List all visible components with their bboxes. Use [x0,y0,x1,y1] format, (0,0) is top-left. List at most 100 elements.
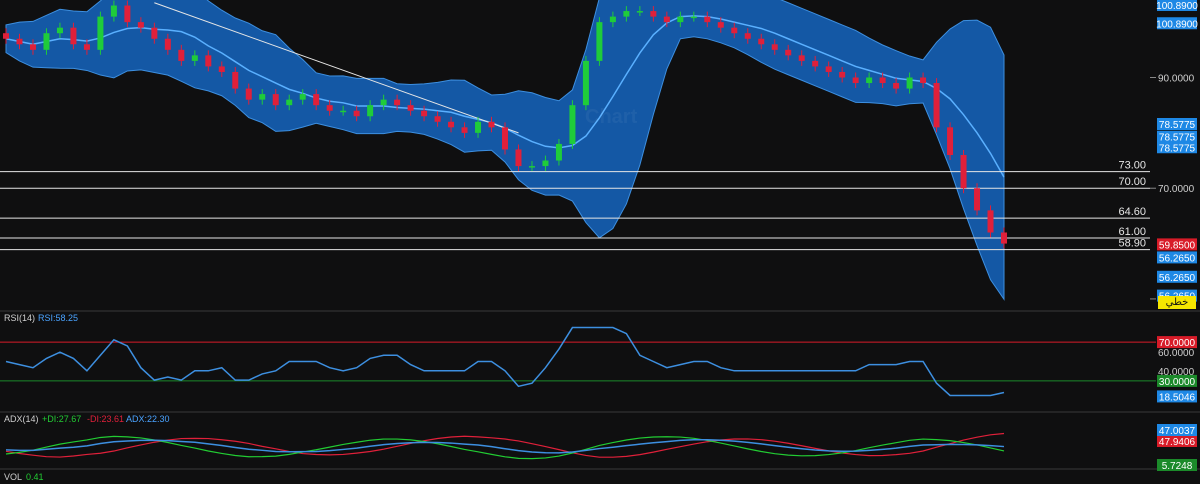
candle-body [380,99,387,106]
candle-body [137,22,144,28]
candle-body [798,55,805,61]
candle-body [29,44,36,50]
candle-body [245,88,252,100]
rsi-tick-label: 60.0000 [1158,348,1195,359]
price-badge-label: 100.8900 [1156,1,1198,12]
candle-body [515,149,522,167]
candle-body [677,16,684,23]
rsi-title: RSI(14) [4,313,35,323]
candle-body [1001,232,1007,244]
candle-body [326,105,333,111]
candle-body [744,33,751,39]
candle-body [232,71,239,89]
candle-body [852,77,859,84]
candle-body [286,99,293,106]
candle-body [272,94,279,106]
rsi-badge-label: 18.5046 [1159,392,1196,403]
candle-body [83,44,90,50]
candle-body [191,55,198,61]
price-badge-label: 56.2650 [1159,273,1196,284]
trading-chart: 73.00 70.00 64.60 61.0058.90 90.0000 70.0000 5… [0,0,1200,484]
candle-body [623,11,630,17]
candle-body [555,143,562,161]
rsi-tick-label: 40.0000 [1158,367,1195,378]
price-badge-label: 100.8900 [1156,19,1198,30]
candle-body [933,83,940,128]
candle-body [960,155,967,189]
rsi-line [5,326,1005,397]
candle-body [528,166,535,168]
candle-body [70,27,77,45]
adx-value-label: ADX:22.30 [126,414,170,424]
level-label: 70.00 [1118,176,1146,188]
candle-body [717,22,724,28]
rsi-value-label: RSI:58.25 [38,313,78,323]
candle-body [313,94,320,106]
candle-body [758,38,765,45]
candle-body [475,121,482,133]
candle-body [636,11,643,13]
candle-body [582,60,589,106]
chart-svg: 73.00 70.00 64.60 61.0058.90 90.0000 70.0000 5… [0,0,1200,482]
level-label: 61.00 [1118,226,1146,238]
candle-body [731,27,738,34]
candle-body [866,77,873,84]
candle-body [825,66,832,72]
candle-body [893,83,900,89]
candle-body [785,49,792,56]
candle-body [434,116,441,122]
candle-body [879,77,886,84]
axis-tick-label: 70.0000 [1158,184,1195,195]
candle-body [407,105,414,111]
candle-body [43,33,50,50]
candle-body [704,16,711,23]
candle-body [97,16,104,50]
candle-body [448,121,455,128]
candle-body [394,99,401,106]
candle-body [218,66,225,72]
candle-body [974,188,981,211]
candle-body [353,110,360,117]
candle-body [920,77,927,84]
candle-body [178,49,185,61]
candle-body [461,127,468,133]
candle-body [299,94,306,100]
candle-body [205,55,212,67]
candle-body [650,11,657,17]
price-badge-label: 78.5775 [1159,143,1196,154]
candle-body [56,27,63,34]
line-tool-tag[interactable]: خطي [1158,296,1196,309]
chart-watermark: Chart [585,106,638,128]
candle-body [596,22,603,61]
rsi-badge-label: 30.0000 [1159,377,1196,388]
candle-body [421,110,428,117]
vol-title: VOL [4,472,22,482]
adx-mdi-label: -DI:23.61 [87,414,124,424]
candle-body [947,127,954,155]
candle-body [110,5,117,17]
axis-tick-label: 90.0000 [1158,74,1195,85]
adx-title: ADX(14) [4,414,39,424]
vol-value-label: 0.41 [26,472,44,482]
price-badge-label: 78.5775 [1159,120,1196,131]
candle-body [609,16,616,23]
candle-body [690,16,697,19]
candle-body [771,44,778,50]
candle-body [906,77,913,89]
price-badge-label: 56.2650 [1159,253,1196,264]
candle-body [502,127,508,150]
level-label: 64.60 [1118,206,1146,218]
candle-body [151,27,158,39]
candle-body [3,33,9,39]
candle-body [16,38,23,45]
candle-body [164,38,171,50]
adx-badge-label: 47.0037 [1159,426,1196,437]
candle-body [663,16,670,23]
candle-body [812,60,819,67]
candle-body [259,94,266,100]
level-label: 73.00 [1118,160,1146,172]
candle-body [367,105,374,117]
price-badge-label: 59.8500 [1159,240,1196,251]
level-label: 58.90 [1118,238,1146,250]
candle-body [987,210,994,233]
